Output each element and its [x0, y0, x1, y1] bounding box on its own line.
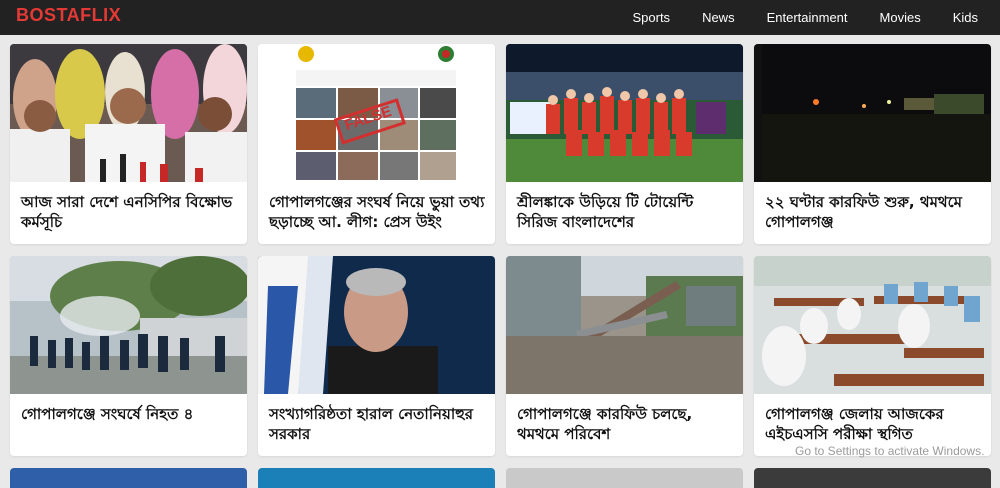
news-card-title[interactable]: গোপালগঞ্জ জেলায় আজকের এইচএসসি পরীক্ষা স…: [765, 404, 981, 444]
cricket-team-image[interactable]: [506, 44, 743, 182]
news-card[interactable]: আজ সারা দেশে এনসিপির বিক্ষোভ কর্মসূচি: [10, 44, 247, 244]
news-card-title[interactable]: শ্রীলঙ্কাকে উড়িয়ে টি টোয়েন্টি সিরিজ ব…: [517, 192, 733, 232]
fact-check-image[interactable]: FALSE: [258, 44, 495, 182]
news-card[interactable]: গোপালগঞ্জে সংঘর্ষে নিহত ৪: [10, 256, 247, 456]
site-logo[interactable]: BOSTAFLIX: [16, 5, 121, 26]
news-card[interactable]: গোপালগঞ্জে কারফিউ চলছে, থমথমে পরিবেশ: [506, 256, 743, 456]
news-card-thumb-partial[interactable]: [10, 468, 247, 488]
nav-link-sports[interactable]: Sports: [632, 10, 670, 25]
news-card-title[interactable]: গোপালগঞ্জে কারফিউ চলছে, থমথমে পরিবেশ: [517, 404, 733, 444]
news-card[interactable]: গোপালগঞ্জ জেলায় আজকের এইচএসসি পরীক্ষা স…: [754, 256, 991, 456]
windows-activation-watermark: Go to Settings to activate Windows.: [795, 444, 985, 458]
nav-link-kids[interactable]: Kids: [953, 10, 978, 25]
news-card-title[interactable]: গোপালগঞ্জের সংঘর্ষ নিয়ে ভুয়া তথ্য ছড়া…: [269, 192, 485, 232]
police-street-image[interactable]: [10, 256, 247, 394]
news-card-thumb-partial[interactable]: [506, 468, 743, 488]
nav-link-news[interactable]: News: [702, 10, 735, 25]
news-card-title[interactable]: ২২ ঘণ্টার কারফিউ শুরু, থমথমে গোপালগঞ্জ: [765, 192, 981, 232]
news-card-thumb-partial[interactable]: [754, 468, 991, 488]
news-card[interactable]: FALSE গোপালগঞ্জের সংঘর্ষ নিয়ে ভুয়া তথ্…: [258, 44, 495, 244]
top-navbar: BOSTAFLIX Sports News Entertainment Movi…: [0, 0, 1000, 35]
press-conference-image[interactable]: [10, 44, 247, 182]
damaged-road-image[interactable]: [506, 256, 743, 394]
exam-hall-image[interactable]: [754, 256, 991, 394]
news-card[interactable]: শ্রীলঙ্কাকে উড়িয়ে টি টোয়েন্টি সিরিজ ব…: [506, 44, 743, 244]
news-card-title[interactable]: গোপালগঞ্জে সংঘর্ষে নিহত ৪: [21, 404, 237, 424]
news-card-title[interactable]: আজ সারা দেশে এনসিপির বিক্ষোভ কর্মসূচি: [21, 192, 237, 232]
news-card[interactable]: সংখ্যাগরিষ্ঠতা হারাল নেতানিয়াহুর সরকার: [258, 256, 495, 456]
news-card[interactable]: ২২ ঘণ্টার কারফিউ শুরু, থমথমে গোপালগঞ্জ: [754, 44, 991, 244]
portrait-flag-image[interactable]: [258, 256, 495, 394]
news-card-title[interactable]: সংখ্যাগরিষ্ঠতা হারাল নেতানিয়াহুর সরকার: [269, 404, 485, 444]
main-nav: Sports News Entertainment Movies Kids: [600, 0, 978, 35]
nav-link-entertainment[interactable]: Entertainment: [767, 10, 848, 25]
nav-link-movies[interactable]: Movies: [880, 10, 921, 25]
news-card-thumb-partial[interactable]: [258, 468, 495, 488]
night-street-image[interactable]: [754, 44, 991, 182]
